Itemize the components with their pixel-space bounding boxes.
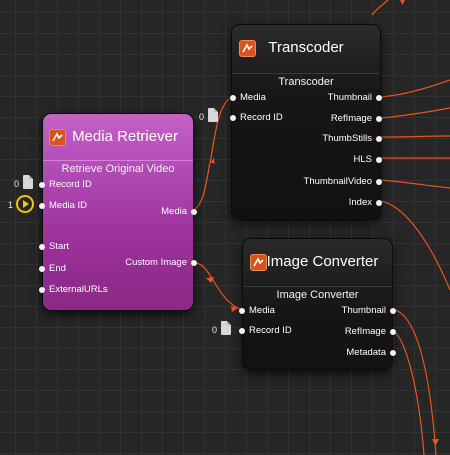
input-connector[interactable] [239, 308, 245, 314]
input-port-media[interactable]: Media [239, 305, 275, 317]
node-title: Media Retriever [72, 128, 178, 145]
image-converter-node[interactable]: Image Converter Image Converter Media Re… [239, 238, 396, 370]
output-connector[interactable] [376, 157, 382, 163]
output-connector[interactable] [390, 329, 396, 335]
document-icon[interactable] [208, 108, 218, 122]
output-connector[interactable] [376, 95, 382, 101]
document-icon[interactable] [23, 175, 33, 189]
document-icon[interactable] [221, 321, 231, 335]
node-subtitle: Image Converter [243, 286, 392, 301]
input-connector[interactable] [39, 244, 45, 250]
external-input-value: 1 [7, 200, 13, 210]
input-connector[interactable] [39, 287, 45, 293]
wire-transcoder-top [371, 0, 389, 16]
input-connector[interactable] [230, 115, 236, 121]
wire-transcoder-thumbnailvideo [380, 179, 450, 189]
input-connector[interactable] [39, 182, 45, 188]
node-title: Image Converter [266, 253, 379, 270]
external-input-value: 0 [13, 179, 19, 189]
external-input-value: 0 [211, 325, 217, 335]
wire-transcoder-thumbstills [380, 135, 450, 138]
output-port-refimage[interactable]: RefImage [331, 113, 382, 125]
output-port-refimage[interactable]: RefImage [345, 326, 396, 338]
output-connector[interactable] [376, 116, 382, 122]
input-port-media-id[interactable]: Media ID [39, 200, 87, 212]
input-port-start[interactable]: Start [39, 241, 69, 253]
input-port-media[interactable]: Media [230, 92, 266, 104]
input-connector[interactable] [230, 95, 236, 101]
input-port-externalurls[interactable]: ExternalURLs [39, 284, 108, 296]
output-port-thumbnail[interactable]: Thumbnail [328, 92, 382, 104]
node-title: Transcoder [268, 39, 344, 56]
media-retriever-header[interactable]: Media Retriever [43, 114, 193, 160]
output-connector[interactable] [376, 200, 382, 206]
output-connector[interactable] [191, 209, 197, 215]
wire-transcoder-thumbnail [380, 79, 450, 98]
output-connector[interactable] [376, 136, 382, 142]
output-connector[interactable] [390, 308, 396, 314]
input-connector[interactable] [39, 266, 45, 272]
output-port-thumbnail[interactable]: Thumbnail [342, 305, 396, 317]
output-connector[interactable] [376, 179, 382, 185]
media-retriever-node[interactable]: Media Retriever Retrieve Original Video … [39, 113, 197, 311]
input-port-end[interactable]: End [39, 263, 66, 275]
external-input-value: 0 [198, 112, 204, 122]
play-icon[interactable] [16, 195, 34, 213]
output-port-custom-image[interactable]: Custom Image [125, 257, 197, 269]
wire-transcoder-refimage [380, 107, 450, 119]
output-connector[interactable] [191, 260, 197, 266]
output-port-metadata[interactable]: Metadata [346, 347, 396, 359]
transcoder-node[interactable]: Transcoder Transcoder Media Record ID Th… [230, 24, 382, 220]
node-subtitle: Transcoder [232, 73, 380, 88]
output-port-index[interactable]: Index [349, 197, 382, 209]
input-port-record-id[interactable]: Record ID [230, 112, 283, 124]
transcoder-header[interactable]: Transcoder [232, 25, 380, 71]
node-subtitle: Retrieve Original Video [43, 160, 193, 175]
input-connector[interactable] [39, 203, 45, 209]
input-port-record-id[interactable]: Record ID [239, 325, 292, 337]
output-connector[interactable] [390, 350, 396, 356]
output-port-media[interactable]: Media [161, 206, 197, 218]
wire-retriever-image-to-converter [190, 261, 241, 310]
output-port-thumbstills[interactable]: ThumbStills [322, 133, 382, 145]
image-converter-header[interactable]: Image Converter [243, 239, 392, 285]
output-port-thumbnailvideo[interactable]: ThumbnailVideo [304, 176, 382, 188]
input-connector[interactable] [239, 328, 245, 334]
wire-converter-refimage [391, 329, 425, 455]
output-port-hls[interactable]: HLS [354, 154, 382, 166]
input-port-record-id[interactable]: Record ID [39, 179, 92, 191]
